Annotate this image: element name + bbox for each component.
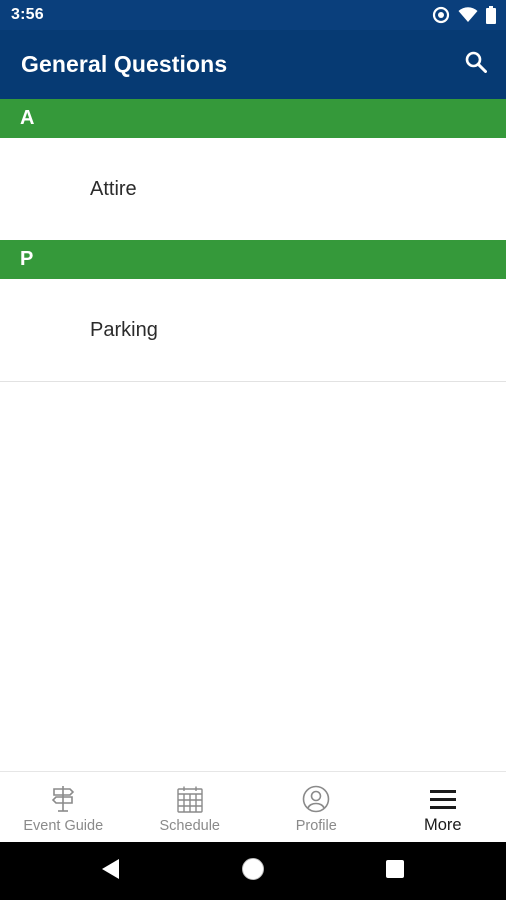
- search-button[interactable]: [462, 51, 490, 79]
- wifi-icon: [458, 7, 478, 23]
- nav-item-event-guide[interactable]: Event Guide: [0, 772, 127, 843]
- battery-icon: [486, 6, 496, 24]
- list-item-attire[interactable]: Attire: [0, 138, 506, 240]
- list-item-label: Parking: [90, 318, 158, 341]
- nav-item-schedule[interactable]: Schedule: [127, 772, 254, 843]
- calendar-icon: [177, 784, 203, 814]
- section-header-p: P: [0, 240, 506, 279]
- nav-label: More: [423, 816, 462, 834]
- data-saver-icon: [432, 6, 450, 24]
- menu-icon: [429, 784, 456, 814]
- list-item-parking[interactable]: Parking: [0, 279, 506, 381]
- list-divider: [0, 381, 506, 382]
- nav-item-profile[interactable]: Profile: [253, 772, 380, 843]
- app-bar: General Questions: [0, 30, 506, 99]
- status-time: 3:56: [11, 6, 44, 23]
- back-button[interactable]: [91, 851, 131, 891]
- list-item-label: Attire: [90, 177, 137, 200]
- section-header-a: A: [0, 99, 506, 138]
- bottom-nav: Event Guide Schedule Profile More: [0, 771, 506, 843]
- recents-icon: [386, 859, 404, 883]
- nav-label: Event Guide: [23, 818, 104, 834]
- recents-button[interactable]: [375, 851, 415, 891]
- status-icons: [432, 6, 496, 24]
- profile-icon: [302, 784, 330, 814]
- home-icon: [241, 857, 265, 886]
- signpost-icon: [50, 784, 76, 814]
- home-button[interactable]: [233, 851, 273, 891]
- nav-label: Profile: [295, 818, 337, 834]
- back-icon: [102, 858, 120, 884]
- nav-item-more[interactable]: More: [380, 772, 506, 843]
- page-title: General Questions: [21, 51, 228, 77]
- status-bar: 3:56: [0, 0, 506, 30]
- nav-label: Schedule: [159, 818, 220, 834]
- search-icon: [465, 51, 487, 78]
- system-nav-bar: [0, 842, 506, 900]
